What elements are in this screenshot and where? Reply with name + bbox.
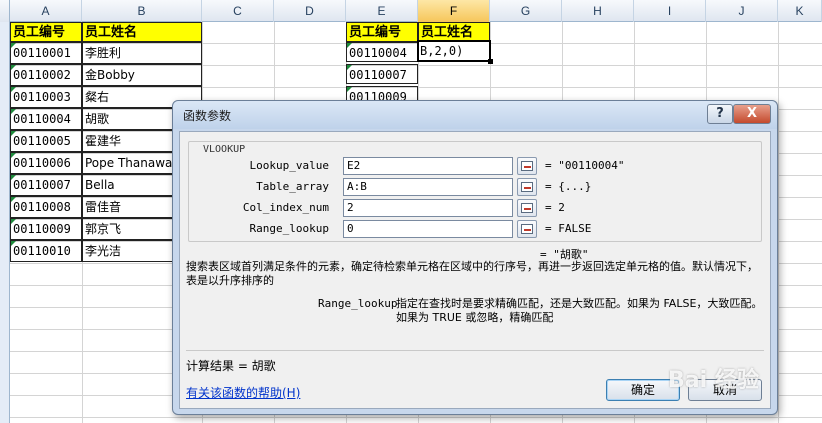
header-employee-name[interactable]: 员工姓名 bbox=[82, 22, 202, 42]
table-cell-employee-name[interactable]: 李胜利 bbox=[82, 42, 202, 64]
column-header-i[interactable]: I bbox=[634, 0, 706, 22]
help-button[interactable]: ? bbox=[707, 104, 733, 124]
active-cell-formula: B,2,0) bbox=[420, 44, 464, 58]
cell-text: 00110004 bbox=[13, 112, 71, 126]
table-cell-employee-name[interactable]: 金Bobby bbox=[82, 64, 202, 86]
column-header-a[interactable]: A bbox=[10, 0, 82, 22]
collapse-dialog-button[interactable] bbox=[517, 157, 537, 175]
lookup-header-employee-id[interactable]: 员工编号 bbox=[346, 22, 418, 42]
range-select-icon bbox=[521, 161, 533, 171]
table-cell-employee-id[interactable]: 00110006 bbox=[10, 152, 82, 174]
error-indicator-icon bbox=[11, 153, 16, 158]
range-select-icon bbox=[521, 203, 533, 213]
current-arg-help: 指定在查找时是要求精确匹配，还是大致匹配。如果为 FALSE，大致匹配。如果为 … bbox=[396, 297, 763, 324]
cell-text: 00110007 bbox=[13, 178, 71, 192]
column-header-g[interactable]: G bbox=[490, 0, 562, 22]
cell-text: 00110007 bbox=[349, 68, 407, 82]
table-cell-employee-id[interactable]: 00110004 bbox=[10, 108, 82, 130]
column-header-e[interactable]: E bbox=[346, 0, 418, 22]
function-name: VLOOKUP bbox=[201, 144, 248, 155]
range-select-icon bbox=[521, 224, 533, 234]
error-indicator-icon bbox=[347, 87, 352, 92]
column-header-j[interactable]: J bbox=[706, 0, 778, 22]
baidu-watermark: Bai 经验 bbox=[668, 368, 759, 393]
header-employee-id[interactable]: 员工编号 bbox=[10, 22, 82, 42]
lookup-id-cell[interactable]: 00110004 bbox=[346, 42, 418, 62]
column-header-k[interactable]: K bbox=[778, 0, 822, 22]
cell-text: 00110005 bbox=[13, 134, 71, 148]
range-lookup-input[interactable]: 0 bbox=[343, 220, 513, 238]
table-cell-employee-id[interactable]: 00110003 bbox=[10, 86, 82, 108]
collapse-dialog-button[interactable] bbox=[517, 199, 537, 217]
table-cell-employee-id[interactable]: 00110002 bbox=[10, 64, 82, 86]
col-index-num-input[interactable]: 2 bbox=[343, 199, 513, 217]
column-header-f[interactable]: F bbox=[418, 0, 490, 22]
row-header-strip[interactable] bbox=[0, 22, 10, 423]
arg-label-col-index-num: Col_index_num bbox=[242, 201, 329, 214]
lookup-header-employee-name[interactable]: 员工姓名 bbox=[418, 22, 490, 42]
cell-text: 00110001 bbox=[13, 46, 71, 60]
lookup-value-input[interactable]: E2 bbox=[343, 157, 513, 175]
error-indicator-icon bbox=[11, 109, 16, 114]
arg-label-lookup-value: Lookup_value bbox=[249, 159, 329, 172]
dialog-title: 函数参数 bbox=[183, 109, 232, 123]
error-indicator-icon bbox=[347, 65, 352, 70]
error-indicator-icon bbox=[11, 43, 16, 48]
arguments-group: VLOOKUP Lookup_value E2 = "00110004" Tab… bbox=[188, 141, 762, 242]
gridline bbox=[778, 22, 779, 423]
arg-eval-lookup-value: = "00110004" bbox=[545, 159, 625, 172]
cell-text: 00110004 bbox=[349, 46, 407, 60]
error-indicator-icon bbox=[11, 87, 16, 92]
active-cell-f2[interactable]: B,2,0) bbox=[417, 40, 493, 64]
table-array-input[interactable]: A:B bbox=[343, 178, 513, 196]
function-help-link[interactable]: 有关该函数的帮助(H) bbox=[186, 384, 300, 401]
arg-eval-col-index-num: = 2 bbox=[545, 201, 565, 214]
range-select-icon bbox=[521, 182, 533, 192]
arg-eval-range-lookup: = FALSE bbox=[545, 222, 592, 235]
fill-handle[interactable] bbox=[488, 59, 493, 64]
error-indicator-icon bbox=[11, 175, 16, 180]
current-arg-name: Range_lookup bbox=[318, 297, 398, 310]
column-header-b[interactable]: B bbox=[82, 0, 202, 22]
column-header-c[interactable]: C bbox=[202, 0, 274, 22]
cell-text: 00110009 bbox=[13, 222, 71, 236]
dialog-titlebar[interactable]: 函数参数 ? X bbox=[173, 101, 777, 129]
arg-eval-table-array: = {...} bbox=[545, 180, 592, 193]
table-cell-employee-id[interactable]: 00110008 bbox=[10, 196, 82, 218]
table-cell-employee-id[interactable]: 00110009 bbox=[10, 218, 82, 240]
table-cell-employee-id[interactable]: 00110001 bbox=[10, 42, 82, 64]
calculation-result: 计算结果 = 胡歌 bbox=[186, 359, 276, 373]
cell-text: 00110008 bbox=[13, 200, 71, 214]
function-description: 搜索表区域首列满足条件的元素，确定待检索单元格在区域中的行序号，再进一步返回选定… bbox=[186, 260, 758, 287]
error-indicator-icon bbox=[347, 43, 352, 48]
table-cell-employee-id[interactable]: 00110010 bbox=[10, 240, 82, 262]
column-header-h[interactable]: H bbox=[562, 0, 634, 22]
cell-text: 00110006 bbox=[13, 156, 71, 170]
cell-text: 00110002 bbox=[13, 68, 71, 82]
error-indicator-icon bbox=[11, 241, 16, 246]
collapse-dialog-button[interactable] bbox=[517, 178, 537, 196]
error-indicator-icon bbox=[11, 219, 16, 224]
arg-label-table-array: Table_array bbox=[256, 180, 329, 193]
table-cell-employee-id[interactable]: 00110005 bbox=[10, 130, 82, 152]
divider bbox=[186, 350, 764, 351]
arg-label-range-lookup: Range_lookup bbox=[249, 222, 329, 235]
error-indicator-icon bbox=[11, 65, 16, 70]
collapse-dialog-button[interactable] bbox=[517, 220, 537, 238]
error-indicator-icon bbox=[11, 131, 16, 136]
cell-text: 00110003 bbox=[13, 90, 71, 104]
error-indicator-icon bbox=[11, 197, 16, 202]
column-header-d[interactable]: D bbox=[274, 0, 346, 22]
cell-text: 00110010 bbox=[13, 244, 71, 258]
select-all-corner[interactable] bbox=[0, 0, 10, 22]
lookup-id-cell[interactable]: 00110007 bbox=[346, 64, 418, 84]
table-cell-employee-id[interactable]: 00110007 bbox=[10, 174, 82, 196]
close-button[interactable]: X bbox=[733, 104, 771, 124]
